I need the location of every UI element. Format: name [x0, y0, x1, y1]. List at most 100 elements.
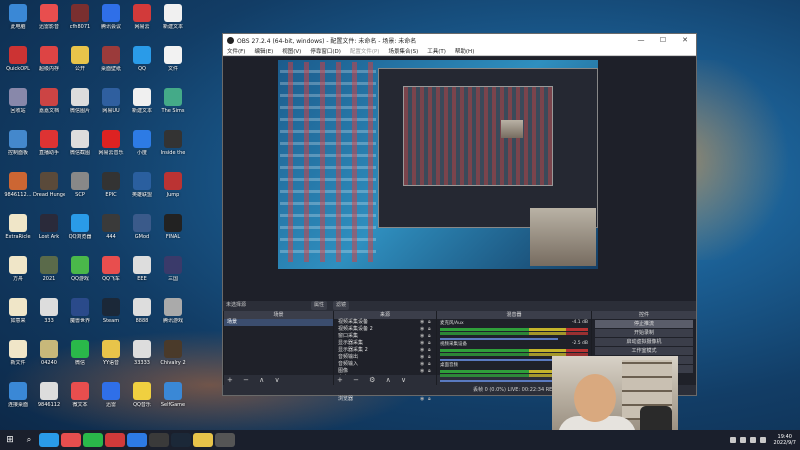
desktop-icon[interactable]: 嘉嘉文档 — [33, 86, 65, 126]
control-button[interactable]: 启动虚拟摄像机 — [595, 338, 693, 346]
lock-icon[interactable]: 🔒︎ — [428, 319, 436, 326]
taskbar-app-icon[interactable] — [171, 433, 191, 447]
desktop-icon[interactable]: EPIC — [95, 170, 127, 210]
desktop-icon[interactable]: QQ浏览器 — [64, 212, 96, 252]
scenes-dock-toolbar[interactable]: + − ∧ ∨ — [224, 375, 333, 385]
visibility-eye-icon[interactable]: ◉ — [420, 396, 428, 403]
lock-icon[interactable]: 🔒︎ — [428, 340, 436, 347]
menu-item[interactable]: 文件(F) — [227, 47, 245, 55]
taskbar-app-icon[interactable] — [193, 433, 213, 447]
menu-item[interactable]: 工具(T) — [427, 47, 446, 55]
visibility-eye-icon[interactable]: ◉ — [420, 326, 428, 333]
desktop-icon[interactable]: ExtraRicle — [2, 212, 34, 252]
taskbar-app-icon[interactable] — [105, 433, 125, 447]
desktop-icon[interactable]: 04240 — [33, 338, 65, 378]
desktop-icon[interactable]: Dread Hunger — [33, 170, 65, 210]
tray-icon[interactable] — [729, 437, 736, 443]
menu-item[interactable]: 视图(V) — [282, 47, 301, 55]
source-item[interactable]: 浏览器 ◉ 🔒︎ — [334, 396, 436, 403]
desktop-icon[interactable]: 桌面壁纸 — [95, 44, 127, 84]
visibility-eye-icon[interactable]: ◉ — [420, 368, 428, 375]
desktop-icon[interactable]: 文件 — [157, 44, 189, 84]
preview-area[interactable]: 未选择源 属性 滤镜 — [223, 57, 696, 310]
desktop-icon[interactable]: 公开 — [64, 44, 96, 84]
sources-dock-toolbar[interactable]: + − ⚙ ∧ ∨ — [334, 375, 436, 385]
sources-list[interactable]: 视频采集设备 ◉ 🔒︎ 视频采集设备 2 ◉ 🔒︎ 窗口采集 ◉ 🔒︎ 显示器采集 ◉ 🔒︎ 显示器采集… — [334, 319, 436, 402]
source-toolbar-button[interactable]: 属性 — [311, 301, 328, 310]
desktop-icon[interactable]: 微信图片 — [64, 86, 96, 126]
desktop-icon[interactable]: EEE — [126, 254, 158, 294]
source-item[interactable]: 窗口采集 ◉ 🔒︎ — [334, 333, 436, 340]
search-icon[interactable]: ⌕ — [20, 435, 38, 445]
desktop-icon[interactable]: 微信截图 — [64, 128, 96, 168]
menu-item[interactable]: 停靠窗口(D) — [310, 47, 341, 55]
desktop-icon[interactable]: 迅雷 — [95, 380, 127, 420]
desktop-icon[interactable]: FINAL — [157, 212, 189, 252]
close-button[interactable]: ✕ — [674, 36, 696, 44]
desktop-icon[interactable]: GMod — [126, 212, 158, 252]
desktop-icon[interactable]: 微信 — [64, 338, 96, 378]
control-button[interactable]: 工作室模式 — [595, 347, 693, 355]
source-item[interactable]: 音频输入 ◉ 🔒︎ — [334, 361, 436, 368]
desktop-icon[interactable]: 新建文本 — [126, 86, 158, 126]
desktop-icon[interactable]: QQ游戏 — [64, 254, 96, 294]
lock-icon[interactable]: 🔒︎ — [428, 354, 436, 361]
desktop-icon[interactable]: 新文件 — [2, 338, 34, 378]
desktop-icon[interactable]: Inside the — [157, 128, 189, 168]
desktop-icon[interactable]: 微文本 — [64, 380, 96, 420]
desktop-icon[interactable]: SelfGame — [157, 380, 189, 420]
visibility-eye-icon[interactable]: ◉ — [420, 333, 428, 340]
menu-item[interactable]: 帮助(H) — [455, 47, 474, 55]
desktop-icon[interactable]: 三国 — [157, 254, 189, 294]
desktop-icon[interactable]: 444 — [95, 212, 127, 252]
lock-icon[interactable]: 🔒︎ — [428, 347, 436, 354]
desktop-icon[interactable]: 迅雷影音 — [33, 2, 65, 42]
desktop-icon[interactable]: Chivalry 2 — [157, 338, 189, 378]
desktop-icon[interactable]: Steam — [95, 296, 127, 336]
desktop-icon[interactable]: 网易云音乐 — [95, 128, 127, 168]
lock-icon[interactable]: 🔒︎ — [428, 326, 436, 333]
scene-item[interactable]: 场景 — [224, 319, 333, 326]
menu-item[interactable]: 编辑(E) — [254, 47, 273, 55]
desktop-icon[interactable]: 9846112 — [33, 380, 65, 420]
desktop-icon[interactable]: 腾讯游戏 — [157, 296, 189, 336]
control-button[interactable]: 开始录制 — [595, 329, 693, 337]
desktop-icon[interactable]: 网易UU — [95, 86, 127, 126]
obs-title-bar[interactable]: OBS 27.2.4 (64-bit, windows) - 配置文件: 未命名… — [223, 34, 696, 46]
taskbar-app-icon[interactable] — [149, 433, 169, 447]
source-item[interactable]: 音频输出 ◉ 🔒︎ — [334, 354, 436, 361]
lock-icon[interactable]: 🔒︎ — [428, 396, 436, 403]
volume-slider[interactable] — [440, 380, 559, 382]
desktop-icon[interactable]: YY语音 — [95, 338, 127, 378]
menu-item[interactable]: 场景集合(S) — [388, 47, 418, 55]
desktop-icon[interactable]: 超级内存 — [33, 44, 65, 84]
desktop-icon[interactable]: QQ音乐 — [126, 380, 158, 420]
source-item[interactable]: 图像 ◉ 🔒︎ — [334, 368, 436, 375]
desktop-icon[interactable]: Jump — [157, 170, 189, 210]
tray-icon[interactable] — [749, 437, 756, 443]
menu-item[interactable]: 配置文件(P) — [350, 47, 380, 55]
control-button[interactable]: 停止推流 — [595, 320, 693, 328]
desktop-icon[interactable]: SCP — [64, 170, 96, 210]
taskbar-app-icon[interactable] — [61, 433, 81, 447]
visibility-eye-icon[interactable]: ◉ — [420, 319, 428, 326]
lock-icon[interactable]: 🔒︎ — [428, 368, 436, 375]
desktop-icon[interactable]: 英雄联盟 — [126, 170, 158, 210]
minimize-button[interactable]: — — [630, 36, 652, 44]
desktop-icon[interactable]: 新建文本 — [157, 2, 189, 42]
taskbar-app-icon[interactable] — [215, 433, 235, 447]
tray-icon[interactable] — [739, 437, 746, 443]
windows-start-icon[interactable]: ⊞ — [0, 435, 20, 445]
desktop-icon[interactable]: 333 — [33, 296, 65, 336]
source-item[interactable]: 显示器采集 2 ◉ 🔒︎ — [334, 347, 436, 354]
desktop-icon[interactable]: The Sims — [157, 86, 189, 126]
lock-icon[interactable]: 🔒︎ — [428, 361, 436, 368]
visibility-eye-icon[interactable]: ◉ — [420, 340, 428, 347]
desktop-icon[interactable]: 腾讯会议 — [95, 2, 127, 42]
maximize-button[interactable]: ☐ — [652, 36, 674, 44]
desktop-icon[interactable]: 连接桌面 — [2, 380, 34, 420]
visibility-eye-icon[interactable]: ◉ — [420, 354, 428, 361]
taskbar-app-icon[interactable] — [39, 433, 59, 447]
source-item[interactable]: 视频采集设备 ◉ 🔒︎ — [334, 319, 436, 326]
taskbar-app-icon[interactable] — [83, 433, 103, 447]
